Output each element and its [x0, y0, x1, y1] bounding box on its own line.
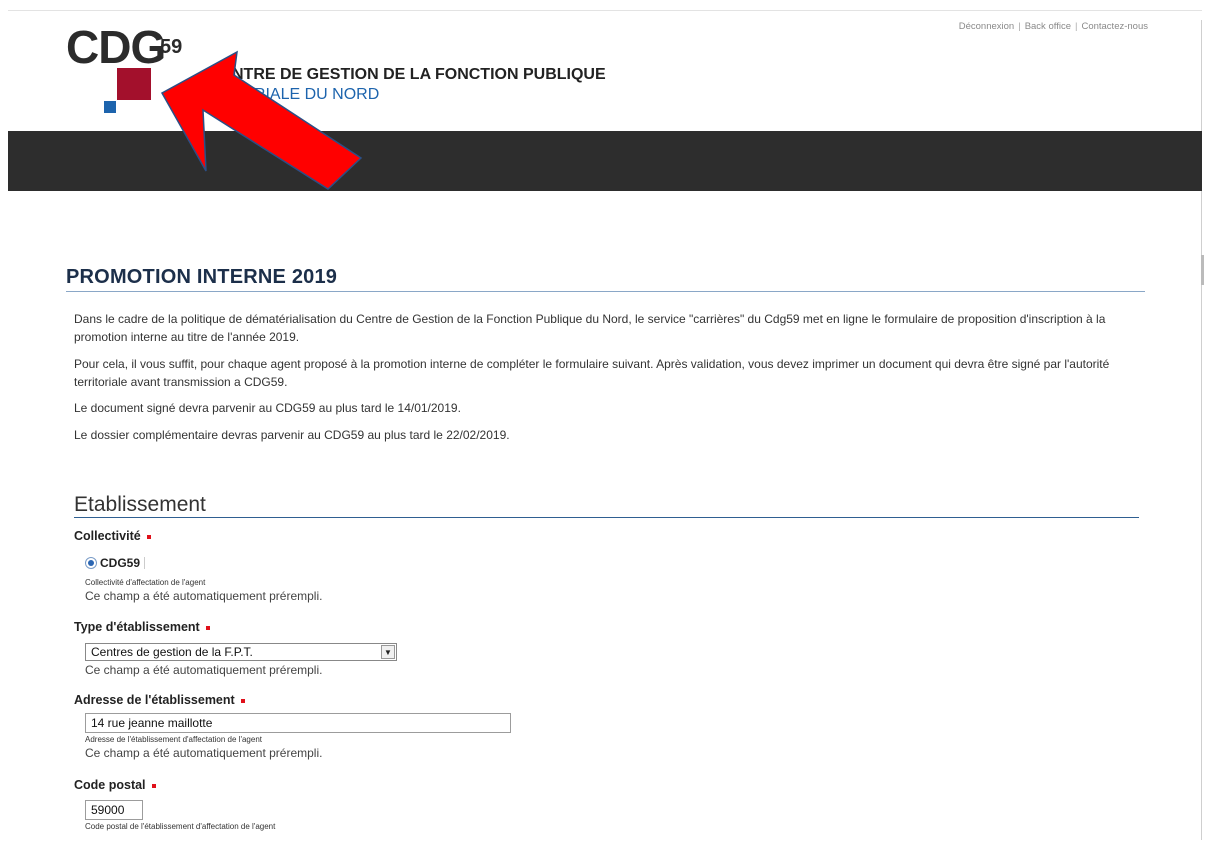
adresse-input[interactable]	[85, 713, 511, 733]
type-select[interactable]: Centres de gestion de la F.P.T. ▼	[85, 643, 397, 661]
logo-red-square	[117, 68, 151, 100]
intro-paragraph-4: Le dossier complémentaire devras parveni…	[74, 428, 510, 442]
contact-link[interactable]: Contactez-nous	[1081, 21, 1148, 32]
radio-divider	[144, 557, 146, 569]
intro-paragraph-1: Dans le cadre de la politique de dématér…	[74, 312, 1106, 344]
nav-band	[8, 131, 1202, 191]
collectivite-autofill-note: Ce champ a été automatiquement prérempli…	[85, 589, 323, 603]
link-separator: |	[1018, 21, 1021, 32]
section-divider	[74, 517, 1139, 518]
section-title: Etablissement	[74, 493, 206, 516]
adresse-label-text: Adresse de l'établissement	[74, 693, 235, 707]
collectivite-label: Collectivité	[74, 529, 151, 543]
page-title: PROMOTION INTERNE 2019	[66, 266, 338, 288]
code-postal-label: Code postal	[74, 778, 156, 792]
chevron-down-icon[interactable]: ▼	[381, 645, 395, 659]
org-name-line2: TORIALE DU NORD	[232, 86, 380, 103]
logout-link[interactable]: Déconnexion	[959, 21, 1014, 32]
type-label-text: Type d'établissement	[74, 620, 200, 634]
collectivite-label-text: Collectivité	[74, 529, 141, 543]
adresse-label: Adresse de l'établissement	[74, 693, 245, 707]
type-label: Type d'établissement	[74, 620, 210, 634]
logo-superscript: 59	[160, 36, 183, 58]
adresse-autofill-note: Ce champ a été automatiquement prérempli…	[85, 746, 323, 760]
back-office-link[interactable]: Back office	[1025, 21, 1071, 32]
title-divider	[66, 291, 1145, 292]
code-postal-label-text: Code postal	[74, 778, 146, 792]
required-marker	[240, 698, 245, 703]
intro-paragraph-3: Le document signé devra parvenir au CDG5…	[74, 401, 461, 415]
link-separator: |	[1074, 21, 1078, 32]
collectivite-option-label[interactable]: CDG59	[100, 556, 140, 570]
adresse-help: Adresse de l'établissement d'affectation…	[85, 735, 262, 744]
intro-paragraph-2: Pour cela, il vous suffit, pour chaque a…	[74, 357, 1110, 389]
top-links: Déconnexion | Back office | Contactez-nous	[959, 21, 1148, 32]
type-select-value: Centres de gestion de la F.P.T.	[91, 645, 253, 659]
type-autofill-note: Ce champ a été automatiquement prérempli…	[85, 663, 323, 677]
logo-blue-square	[104, 101, 116, 113]
required-marker	[151, 783, 156, 788]
collectivite-radio-group: CDG59	[85, 556, 146, 570]
collectivite-radio[interactable]	[85, 557, 97, 569]
org-name-line1: NTRE DE GESTION DE LA FONCTION PUBLIQUE	[232, 66, 606, 83]
scrollbar-thumb[interactable]	[1201, 255, 1204, 285]
logo-text[interactable]: CDG	[66, 24, 166, 70]
code-postal-input[interactable]	[85, 800, 143, 820]
required-marker	[146, 534, 151, 539]
required-marker	[205, 625, 210, 630]
collectivite-help: Collectivité d'affectation de l'agent	[85, 578, 206, 587]
code-postal-help: Code postal de l'établissement d'affecta…	[85, 822, 276, 831]
